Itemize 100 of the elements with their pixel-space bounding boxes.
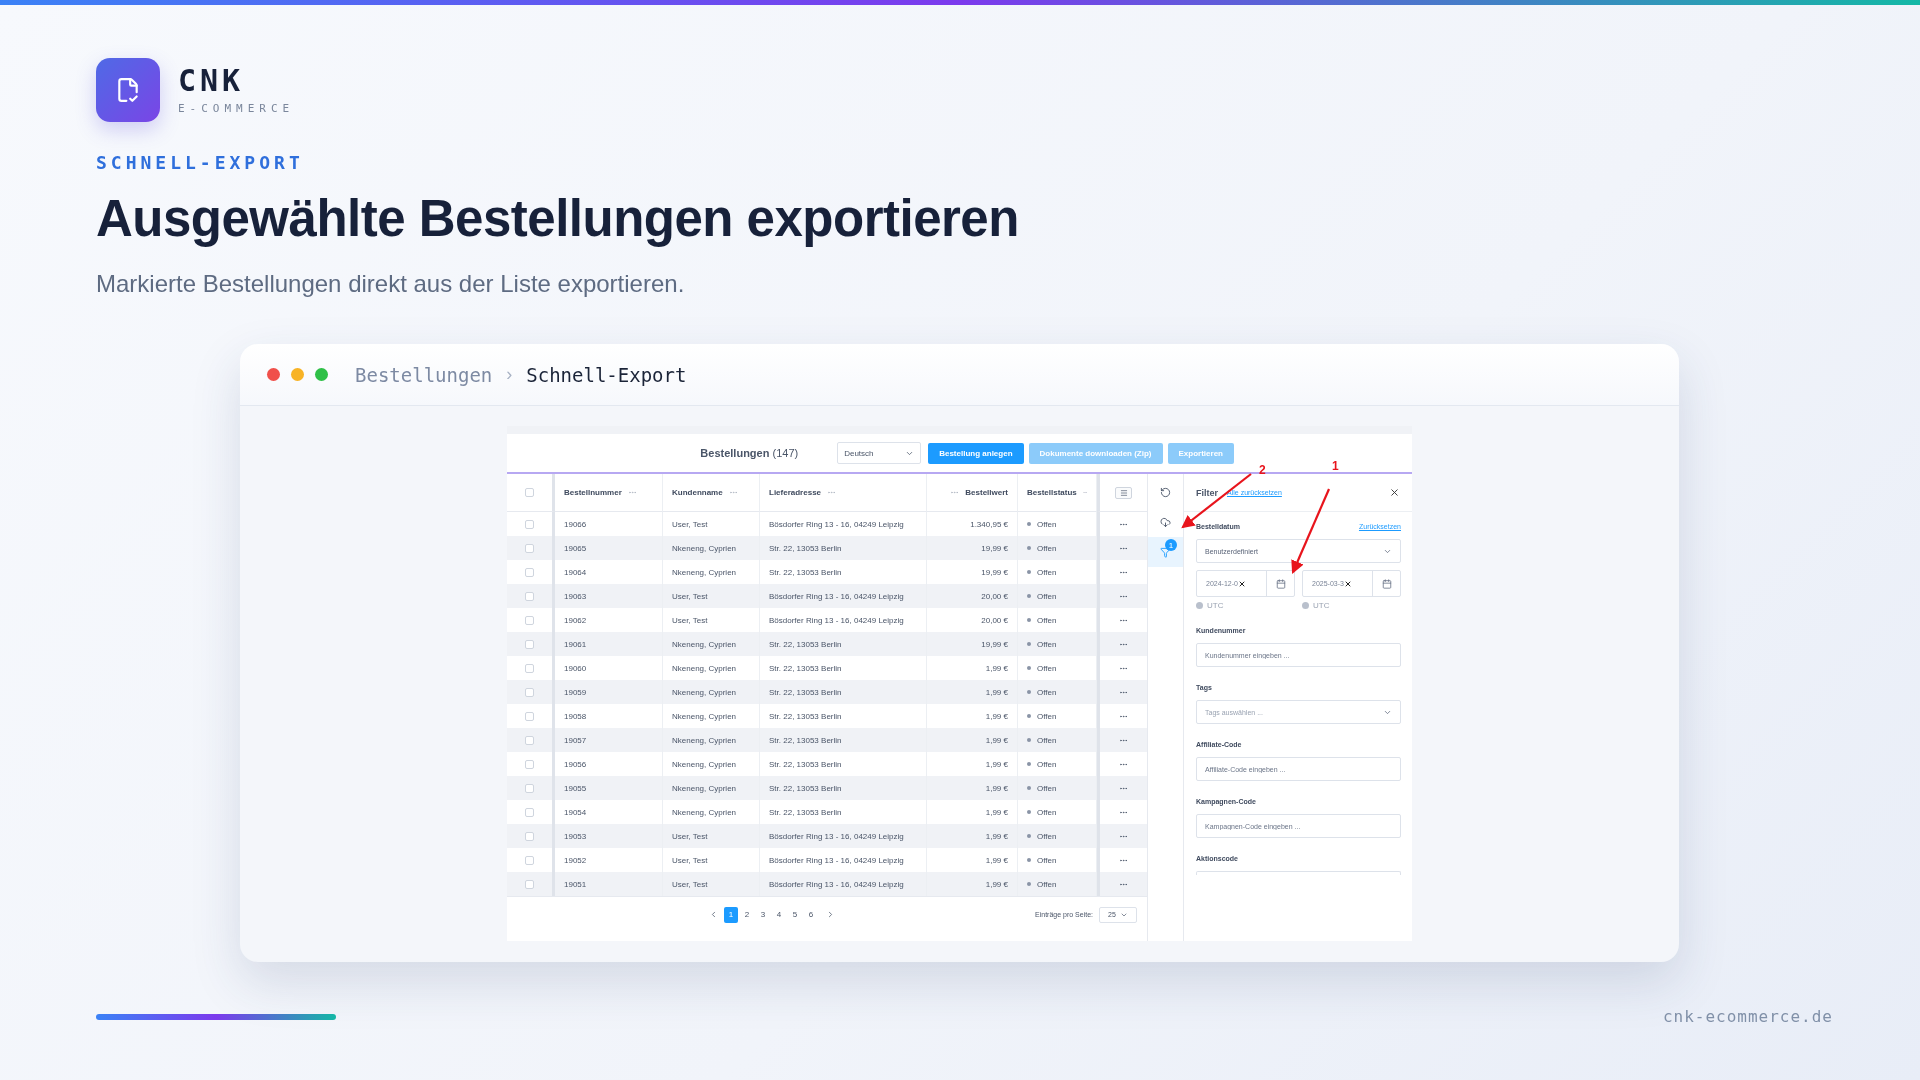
row-checkbox[interactable]	[525, 519, 534, 529]
row-checkbox[interactable]	[525, 639, 534, 649]
page-button[interactable]: 4	[772, 906, 786, 923]
page-button[interactable]: 5	[788, 906, 802, 923]
close-icon[interactable]	[1389, 487, 1400, 498]
table-cell: Str. 22, 13053 Berlin	[769, 567, 842, 577]
table-cell: 19066	[564, 519, 587, 529]
page-button[interactable]: 3	[756, 906, 770, 923]
table-cell: 1,99 €	[985, 735, 1008, 745]
page-button[interactable]: 6	[804, 906, 818, 923]
status-label: Offen	[1037, 879, 1057, 889]
row-checkbox[interactable]	[525, 831, 534, 841]
table-cell: Bösdorfer Ring 13 - 16, 04249 Leipzig	[769, 591, 904, 601]
language-select[interactable]: Deutsch	[837, 442, 922, 464]
select-all-checkbox[interactable]	[525, 488, 534, 497]
table-cell: User, Test	[672, 879, 708, 889]
minimize-dot	[291, 368, 304, 381]
row-checkbox[interactable]	[525, 543, 534, 553]
row-checkbox[interactable]	[525, 591, 534, 601]
status-dot	[1027, 858, 1031, 862]
column-header[interactable]: Lieferadresse	[769, 488, 822, 497]
table-cell: User, Test	[672, 615, 708, 625]
table-cell: 1,99 €	[985, 663, 1008, 673]
row-checkbox[interactable]	[525, 807, 534, 817]
table-cell: 1.340,95 €	[970, 519, 1008, 529]
table-cell: 19051	[564, 879, 587, 889]
table-cell: Str. 22, 13053 Berlin	[769, 663, 842, 673]
row-checkbox[interactable]	[525, 687, 534, 697]
table-cell: Bösdorfer Ring 13 - 16, 04249 Leipzig	[769, 519, 904, 529]
website-url: cnk-ecommerce.de	[1662, 1007, 1833, 1026]
table-cell: Str. 22, 13053 Berlin	[769, 759, 842, 769]
column-header[interactable]: Kundenname	[672, 488, 723, 497]
table-cell: 19,99 €	[981, 639, 1008, 649]
table-cell: 20,00 €	[981, 615, 1008, 625]
row-checkbox[interactable]	[525, 615, 534, 625]
status-label: Offen	[1037, 831, 1057, 841]
breadcrumb-item: Schnell-Export	[526, 363, 687, 386]
timezone-hint: UTC	[1313, 601, 1330, 610]
row-checkbox[interactable]	[525, 663, 534, 673]
column-menu-icon[interactable]	[627, 488, 637, 497]
logo-icon	[96, 58, 160, 122]
clear-icon[interactable]	[1237, 579, 1246, 588]
row-checkbox[interactable]	[525, 879, 534, 889]
status-dot	[1027, 642, 1031, 646]
row-checkbox[interactable]	[525, 735, 534, 745]
table-cell: 19056	[564, 759, 587, 769]
column-header[interactable]: Bestellnummer	[564, 488, 622, 497]
table-cell: Bösdorfer Ring 13 - 16, 04249 Leipzig	[769, 615, 904, 625]
table-cell: User, Test	[672, 855, 708, 865]
status-label: Offen	[1037, 759, 1057, 769]
column-menu-icon[interactable]	[950, 488, 960, 497]
status-dot	[1027, 666, 1031, 670]
row-checkbox[interactable]	[525, 711, 534, 721]
clear-icon[interactable]	[1343, 579, 1352, 588]
calendar-icon[interactable]	[1381, 578, 1392, 589]
column-header[interactable]: Bestellwert	[965, 488, 1008, 497]
column-settings-button[interactable]	[1115, 486, 1132, 499]
calendar-icon[interactable]	[1275, 578, 1286, 589]
close-dot	[267, 368, 280, 381]
table-cell: 1,99 €	[985, 807, 1008, 817]
brand-tagline: E-COMMERCE	[178, 101, 295, 115]
table-cell: 1,99 €	[985, 687, 1008, 697]
column-menu-icon[interactable]	[728, 488, 738, 497]
table-cell: Nkeneng, Cyprien	[672, 807, 737, 817]
status-label: Offen	[1037, 639, 1057, 649]
table-cell: Bösdorfer Ring 13 - 16, 04249 Leipzig	[769, 855, 904, 865]
table-cell: 19,99 €	[981, 543, 1008, 553]
next-page-icon[interactable]	[826, 910, 835, 919]
column-header[interactable]: Bestellstatus	[1027, 488, 1077, 497]
table-cell: 19057	[564, 735, 587, 745]
status-dot	[1027, 618, 1031, 622]
status-label: Offen	[1037, 783, 1057, 793]
table-cell: 19063	[564, 591, 587, 601]
table-cell: Bösdorfer Ring 13 - 16, 04249 Leipzig	[769, 831, 904, 841]
status-dot	[1027, 714, 1031, 718]
table-cell: Str. 22, 13053 Berlin	[769, 711, 842, 721]
table-cell: User, Test	[672, 831, 708, 841]
page-button[interactable]: 2	[740, 906, 754, 923]
table-cell: Nkeneng, Cyprien	[672, 711, 737, 721]
table-cell: Str. 22, 13053 Berlin	[769, 639, 842, 649]
row-checkbox[interactable]	[525, 855, 534, 865]
table-cell: Str. 22, 13053 Berlin	[769, 807, 842, 817]
row-checkbox[interactable]	[525, 783, 534, 793]
status-dot	[1027, 834, 1031, 838]
row-checkbox[interactable]	[525, 567, 534, 577]
status-label: Offen	[1037, 687, 1057, 697]
table-cell: 19058	[564, 711, 587, 721]
previous-page-icon[interactable]	[709, 910, 718, 919]
table-cell: Nkeneng, Cyprien	[672, 759, 737, 769]
table-cell: Nkeneng, Cyprien	[672, 543, 737, 553]
table-cell: 19052	[564, 855, 587, 865]
column-menu-icon[interactable]	[827, 488, 837, 497]
table-cell: 1,99 €	[985, 783, 1008, 793]
table-cell: 1,99 €	[985, 855, 1008, 865]
table-cell: 1,99 €	[985, 831, 1008, 841]
table-cell: Str. 22, 13053 Berlin	[769, 735, 842, 745]
row-checkbox[interactable]	[525, 759, 534, 769]
status-dot	[1027, 570, 1031, 574]
list-icon	[1119, 488, 1128, 497]
table-cell: Nkeneng, Cyprien	[672, 663, 737, 673]
